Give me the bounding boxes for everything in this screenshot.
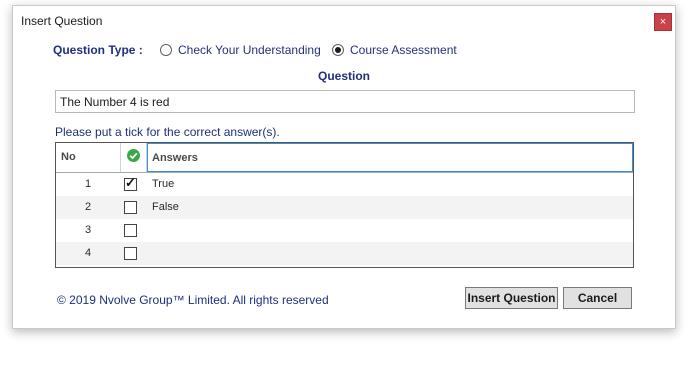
correct-checkbox[interactable] bbox=[124, 175, 137, 191]
row-number: 2 bbox=[84, 201, 92, 213]
table-row: 4 bbox=[56, 242, 633, 265]
row-number: 1 bbox=[84, 178, 92, 190]
check-circle-icon bbox=[122, 143, 144, 172]
table-row: 2 False bbox=[56, 196, 633, 219]
grid-header: No Answers bbox=[56, 143, 633, 173]
cancel-button[interactable]: Cancel bbox=[563, 287, 632, 309]
header-answers[interactable]: Answers bbox=[147, 143, 633, 172]
tick-instruction: Please put a tick for the correct answer… bbox=[55, 125, 280, 139]
row-number: 4 bbox=[84, 247, 92, 259]
copyright-text: © 2019 Nvolve Group™ Limited. All rights… bbox=[57, 293, 329, 307]
insert-question-button[interactable]: Insert Question bbox=[465, 287, 558, 309]
question-input[interactable] bbox=[55, 90, 635, 113]
close-button[interactable]: × bbox=[654, 13, 672, 31]
radio-label: Check Your Understanding bbox=[178, 43, 321, 57]
answers-grid: No Answers 1 True 2 False 3 bbox=[55, 142, 634, 268]
answer-cell[interactable]: True bbox=[152, 173, 174, 196]
correct-checkbox[interactable] bbox=[124, 224, 137, 237]
answer-cell[interactable]: False bbox=[152, 196, 179, 219]
insert-question-dialog: Insert Question × Question Type : Check … bbox=[12, 5, 676, 329]
table-row: 3 bbox=[56, 219, 633, 242]
radio-course-assessment[interactable]: Course Assessment bbox=[332, 43, 457, 57]
question-heading: Question bbox=[317, 69, 370, 83]
row-number: 3 bbox=[84, 224, 92, 236]
radio-label: Course Assessment bbox=[350, 43, 457, 57]
question-type-label: Question Type : bbox=[53, 43, 143, 57]
radio-selected-icon bbox=[332, 44, 344, 56]
window-title: Insert Question bbox=[21, 14, 103, 28]
correct-checkbox[interactable] bbox=[124, 247, 137, 260]
table-row: 1 True bbox=[56, 173, 633, 196]
header-no: No bbox=[61, 151, 76, 163]
radio-icon bbox=[160, 44, 172, 56]
correct-checkbox[interactable] bbox=[124, 201, 137, 214]
radio-check-your-understanding[interactable]: Check Your Understanding bbox=[160, 43, 321, 57]
